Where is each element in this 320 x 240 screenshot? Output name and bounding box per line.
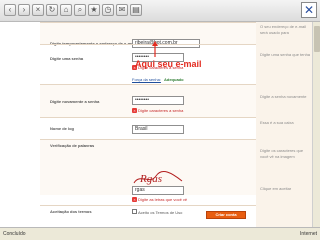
home-button[interactable]: ⌂ — [60, 4, 72, 16]
country-row: Nome de log Brasil — [40, 117, 256, 139]
mail-button[interactable]: ✉ — [116, 4, 128, 16]
confirm-label: Digite novamente a senha — [50, 99, 100, 104]
page-content: Digite temporariamente o endereço de e-m… — [0, 22, 320, 227]
help-panel: O seu endereço de e-mail será usado para… — [256, 22, 320, 227]
annotation-arrow-icon — [152, 41, 158, 57]
terms-checkbox[interactable] — [132, 209, 137, 214]
password-strength-label: Força da senha: — [132, 77, 161, 82]
annotation-text: Aqui seu e-mail — [135, 59, 202, 69]
refresh-button[interactable]: ↻ — [46, 4, 58, 16]
confirm-warning: × Digite caracteres a senha — [132, 108, 202, 113]
vertical-scrollbar[interactable] — [312, 22, 320, 227]
captcha-warning: × Digite as letras que você vê — [132, 197, 202, 202]
signup-form: Digite temporariamente o endereço de e-m… — [40, 22, 256, 227]
windows-logo-icon: ✕ — [301, 2, 317, 18]
browser-toolbar: ‹ › × ↻ ⌂ ⌕ ★ ◷ ✉ ▤ ✕ — [0, 0, 320, 22]
country-label: Nome de log — [50, 126, 75, 131]
country-field[interactable]: Brasil — [132, 125, 184, 134]
help-password: Digite uma senha que tenha — [260, 52, 311, 57]
captcha-input[interactable]: rgas — [132, 186, 184, 195]
back-button[interactable]: ‹ — [4, 4, 16, 16]
help-confirm: Digite a senha novamente — [260, 94, 307, 99]
confirm-password-field[interactable]: •••••••• — [132, 96, 184, 105]
create-account-button[interactable]: Criar conta — [206, 211, 246, 219]
captcha-image: Rgas — [133, 171, 183, 185]
help-captcha: Digite os caracteres que você vê na imag… — [260, 148, 304, 159]
forward-button[interactable]: › — [18, 4, 30, 16]
history-button[interactable]: ◷ — [102, 4, 114, 16]
error-icon: × — [132, 108, 137, 113]
email-row: Digite temporariamente o endereço de e-m… — [40, 22, 256, 48]
print-button[interactable]: ▤ — [130, 4, 142, 16]
status-zone: Internet — [300, 231, 317, 237]
captcha-text: Rgas — [139, 173, 162, 185]
terms-checkbox-wrap: Aceito os Termos de Uso — [132, 209, 182, 215]
password-label: Digite uma senha — [50, 56, 84, 61]
favorites-button[interactable]: ★ — [88, 4, 100, 16]
help-country: Essa é a sua caixa — [260, 120, 294, 125]
terms-text[interactable]: Aceito os Termos de Uso — [138, 210, 182, 215]
password-strength-value: Adequado — [164, 77, 184, 82]
left-margin — [0, 22, 40, 227]
confirm-warning-text: Digite caracteres a senha — [138, 108, 184, 113]
captcha-warning-text: Digite as letras que você vê — [138, 197, 188, 202]
help-terms: Clique em aceitar — [260, 186, 292, 191]
scroll-thumb[interactable] — [314, 26, 320, 52]
confirm-row: Digite novamente a senha •••••••• × Digit… — [40, 84, 256, 117]
captcha-label: Verificação de palavras — [50, 143, 95, 148]
help-email: O seu endereço de e-mail será usado para — [260, 24, 307, 35]
search-button[interactable]: ⌕ — [74, 4, 86, 16]
stop-button[interactable]: × — [32, 4, 44, 16]
status-bar: Concluído Internet — [0, 227, 320, 240]
terms-row: Aceitação dos termos Aceito os Termos de… — [40, 205, 256, 227]
terms-label: Aceitação dos termos — [50, 209, 92, 214]
error-icon: × — [132, 197, 137, 202]
status-text: Concluído — [3, 231, 26, 237]
